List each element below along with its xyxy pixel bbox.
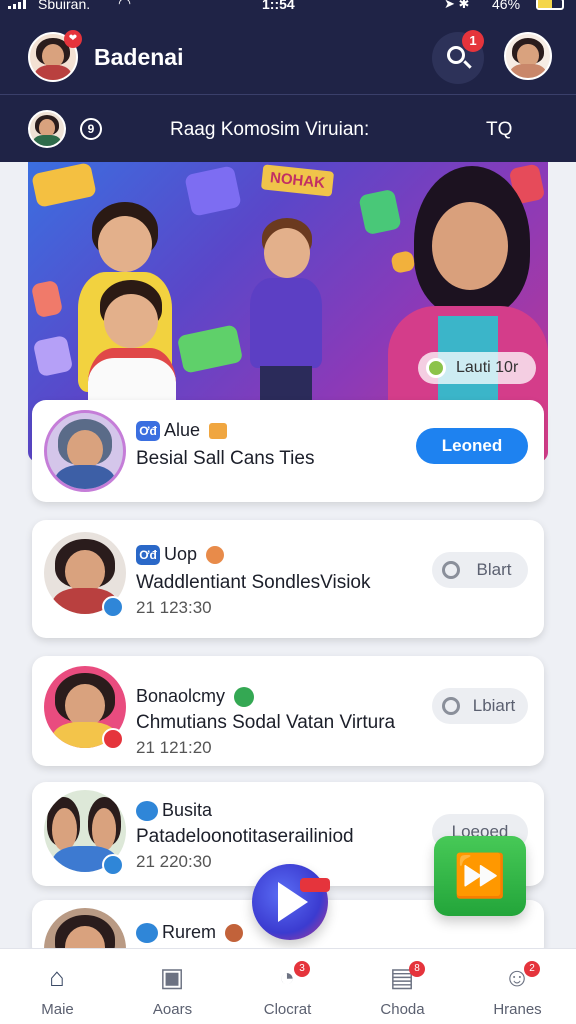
nav-label: Aoars: [152, 1001, 193, 1018]
item-tag: Bonaolcmy: [136, 686, 255, 708]
item-title: Chmutians Sodal Vatan Virtura: [136, 712, 396, 733]
globe-icon: [426, 358, 446, 378]
nav-label: Choda: [380, 1001, 425, 1018]
nav-item-calendar[interactable]: ▤ 8 Choda: [345, 949, 460, 1024]
nav-item-aoars[interactable]: ▣ Aoars: [115, 949, 230, 1024]
nav-item-home[interactable]: ⌂ Maie: [0, 949, 115, 1024]
item-tag: Ơđ Alue: [136, 420, 228, 442]
tag-icon: Ơđ: [136, 421, 160, 442]
tag-label: Busita: [162, 800, 213, 820]
tag-icon: [136, 923, 158, 944]
divider: [0, 94, 576, 95]
phone-icon: [234, 687, 255, 708]
sticker-shape: [31, 162, 97, 208]
home-icon: ⌂: [49, 962, 65, 992]
item-tag: Busita: [136, 800, 213, 822]
status-badge: [102, 596, 124, 618]
search-icon: [442, 697, 460, 715]
item-time: 21 220:30: [136, 852, 212, 871]
status-bar: Sbuiran. ◠ 1::54 ➤ ✱ 46%: [0, 0, 576, 14]
live-chip: [300, 878, 330, 892]
list-item[interactable]: Ơđ Uop Waddlentiant SondlesVisiok 21 123:…: [32, 520, 544, 638]
search-icon: [447, 46, 465, 64]
wifi-icon: ◠: [118, 0, 132, 12]
fast-forward-icon: ⏩: [453, 852, 507, 899]
nav-item-chat[interactable]: ◔ 3 Clocrat: [230, 949, 345, 1024]
item-tag: Ơđ Uop: [136, 544, 225, 566]
list-item[interactable]: Bonaolcmy Chmutians Sodal Vatan Virtura …: [32, 656, 544, 766]
chat-bubble-icon: [442, 561, 460, 579]
battery-icon: [536, 0, 564, 10]
status-badge: [102, 854, 124, 876]
signal-icon: [8, 0, 26, 9]
avatar: [44, 410, 126, 492]
location-bluetooth-icons: ➤ ✱: [444, 0, 470, 11]
button-label: Lbiart: [472, 696, 516, 715]
start-button[interactable]: Blart: [432, 552, 528, 588]
box-icon: ▣: [159, 962, 185, 992]
kid-illustration: [238, 218, 334, 418]
app-title: Badenai: [94, 44, 184, 70]
item-title: Waddlentiant SondlesVisiok: [136, 572, 371, 593]
emoji-icon: [206, 546, 225, 565]
search-badge: 1: [462, 30, 484, 52]
sticker-shape: [30, 279, 64, 319]
tag-label: Bonaolcmy: [136, 686, 226, 706]
emoji-icon: [225, 924, 244, 943]
banner-sticker-label: NOHAK: [260, 164, 335, 197]
banner-chip[interactable]: Lauti 10r: [418, 352, 536, 384]
banner-chip-label: Lauti 10r: [456, 359, 519, 376]
item-title: Patadeloonotitaserailiniod: [136, 826, 354, 847]
sub-avatar[interactable]: [28, 110, 66, 148]
subbar-title: Raag Komosim Viruian:: [170, 119, 370, 140]
clock: 1::54: [262, 0, 295, 12]
item-time: 21 123:30: [136, 598, 212, 617]
action-button[interactable]: Leoned: [416, 428, 528, 464]
hand-icon: [209, 423, 228, 440]
fast-forward-fab-button[interactable]: ⏩: [434, 836, 526, 916]
tag-label: Alue: [164, 420, 201, 440]
nav-label: Clocrat: [263, 1001, 312, 1018]
play-fab-button[interactable]: [252, 864, 330, 940]
item-tag: Rurem: [136, 922, 244, 944]
app-header: Sbuiran. ◠ 1::54 ➤ ✱ 46% ❤ Badenai 1 9 R…: [0, 0, 576, 162]
nav-label: Maie: [41, 1001, 74, 1018]
list-item[interactable]: Ơđ Alue Besial Sall Cans Ties Leoned: [32, 400, 544, 502]
bottom-nav: ⌂ Maie ▣ Aoars ◔ 3 Clocrat ▤ 8 Choda ☺ 2…: [0, 948, 576, 1024]
battery-percent: 46%: [492, 0, 521, 12]
status-badge: [102, 728, 124, 750]
nav-badge: 8: [409, 961, 425, 977]
nav-item-profile[interactable]: ☺ 2 Hranes: [460, 949, 575, 1024]
profile-avatar-button[interactable]: [504, 32, 552, 80]
item-time: 21 121:20: [136, 738, 212, 757]
tag-icon: [136, 801, 158, 822]
nav-badge: 2: [524, 961, 540, 977]
subbar-action[interactable]: TQ: [486, 119, 512, 141]
refresh-icon[interactable]: 9: [80, 118, 102, 140]
nav-label: Hranes: [493, 1001, 542, 1018]
start-button[interactable]: Lbiart: [432, 688, 528, 724]
sticker-shape: [184, 165, 242, 217]
nav-badge: 3: [294, 961, 310, 977]
tag-label: Uop: [164, 544, 198, 564]
button-label: Blart: [476, 560, 512, 579]
carrier-label: Sbuiran.: [38, 0, 91, 12]
item-title: Besial Sall Cans Ties: [136, 448, 315, 469]
sticker-shape: [176, 324, 244, 374]
tag-icon: Ơđ: [136, 545, 160, 566]
tag-label: Rurem: [162, 922, 217, 942]
avatar-badge: ❤: [64, 30, 82, 48]
